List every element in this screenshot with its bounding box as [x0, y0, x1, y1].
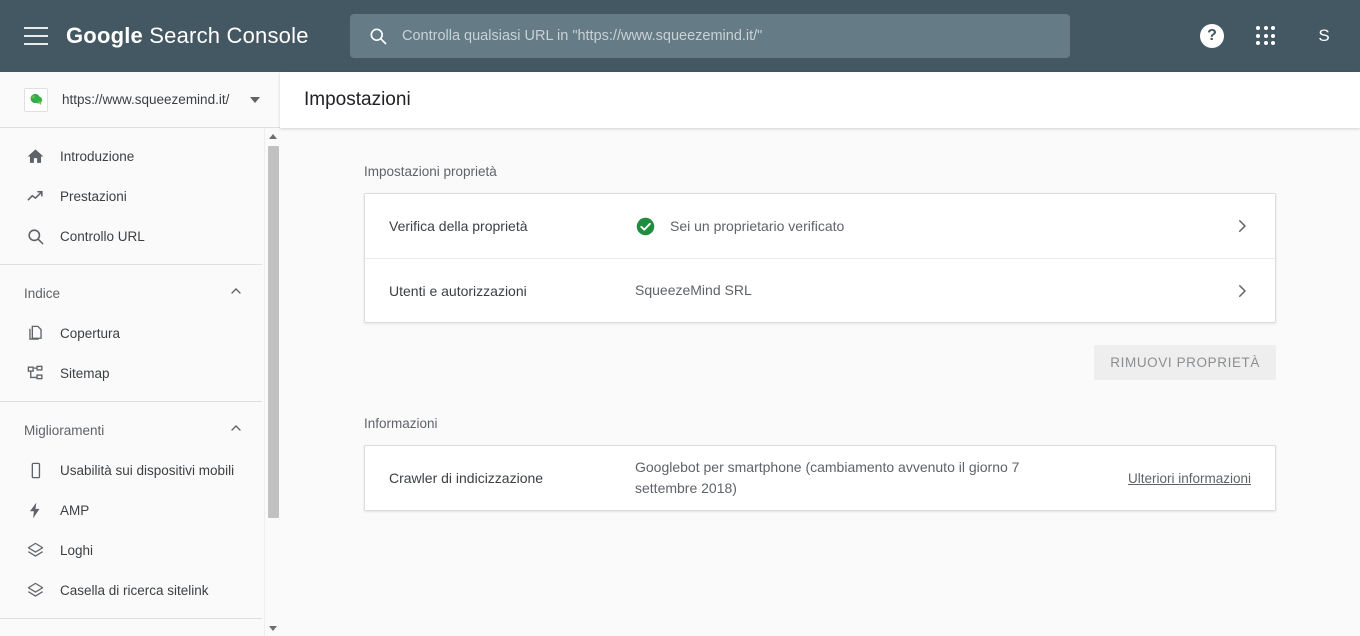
information-card: Crawler di indicizzazione Googlebot per … [364, 445, 1276, 511]
app-brand: Google Search Console [66, 23, 309, 49]
help-icon[interactable]: ? [1200, 24, 1224, 48]
avatar[interactable]: S [1308, 20, 1340, 52]
row-value: Sei un proprietario verificato [670, 217, 845, 234]
sidebar-item-loghi[interactable]: Loghi [0, 530, 262, 570]
sidebar-item-usabilita-mobile[interactable]: Usabilità sui dispositivi mobili [0, 450, 262, 490]
property-selector[interactable]: https://www.squeezemind.it/ [0, 72, 280, 128]
sidebar-section-label: Indice [24, 285, 61, 301]
scroll-up-arrow-icon[interactable] [265, 128, 280, 144]
scroll-down-arrow-icon[interactable] [265, 620, 280, 636]
brand-google: Google [66, 23, 143, 48]
row-value: SqueezeMind SRL [635, 282, 752, 298]
lightning-bolt-icon [24, 501, 46, 520]
url-inspection-search-bar[interactable] [350, 14, 1070, 58]
search-input[interactable] [402, 28, 1042, 44]
sidebar-section-miglioramenti[interactable]: Miglioramenti [0, 410, 262, 450]
brand-product: Search Console [149, 23, 309, 48]
chevron-right-icon[interactable] [1233, 282, 1251, 300]
hamburger-menu-icon[interactable] [24, 27, 48, 45]
sidebar-item-amp[interactable]: AMP [0, 490, 262, 530]
sidebar-item-label: Sitemap [60, 365, 110, 381]
sidebar-nav-scroll-area: Introduzione Prestazioni Controllo URL I… [0, 128, 280, 636]
row-utenti-autorizzazioni[interactable]: Utenti e autorizzazioni SqueezeMind SRL [365, 258, 1275, 322]
sidebar-item-label: Controllo URL [60, 228, 145, 244]
sidebar-item-label: Loghi [60, 542, 94, 558]
header-actions: ? S [1200, 0, 1340, 72]
row-label: Verifica della proprietà [389, 218, 528, 234]
sidebar-item-copertura[interactable]: Copertura [0, 313, 262, 353]
verified-check-icon [635, 216, 656, 237]
sidebar-section-indice[interactable]: Indice [0, 273, 262, 313]
row-value-wrap: SqueezeMind SRL [635, 280, 1233, 301]
search-icon [24, 227, 46, 246]
property-settings-card: Verifica della proprietà Sei un propriet… [364, 193, 1276, 323]
page-header: Impostazioni [280, 72, 1360, 128]
sidebar-nav: Introduzione Prestazioni Controllo URL I… [0, 128, 262, 619]
sidebar-section-label: Miglioramenti [24, 422, 105, 438]
property-url: https://www.squeezemind.it/ [62, 92, 230, 107]
sidebar-scrollbar[interactable] [264, 128, 280, 636]
settings-content: Impostazioni proprietà Verifica della pr… [280, 128, 1360, 511]
home-icon [24, 147, 46, 166]
chevron-down-icon[interactable] [250, 96, 260, 103]
row-label: Crawler di indicizzazione [389, 470, 544, 486]
layers-icon [24, 581, 46, 600]
learn-more-link[interactable]: Ulteriori informazioni [1128, 471, 1251, 486]
layers-icon [24, 541, 46, 560]
section-label-property-settings: Impostazioni proprietà [364, 164, 497, 179]
sidebar-divider [0, 264, 262, 265]
sidebar-divider [0, 401, 262, 402]
row-label: Utenti e autorizzazioni [389, 282, 527, 299]
row-crawler-indicizzazione[interactable]: Crawler di indicizzazione Googlebot per … [365, 446, 1275, 510]
sidebar-item-label: Casella di ricerca sitelink [60, 582, 209, 598]
site-favicon [24, 87, 48, 112]
sidebar-item-label: AMP [60, 502, 90, 518]
chevron-right-icon[interactable] [1233, 217, 1251, 235]
row-value: Googlebot per smartphone (cambiamento av… [635, 459, 1020, 496]
sidebar-scrollbar-thumb[interactable] [268, 146, 279, 518]
page-title: Impostazioni [304, 89, 411, 110]
row-value-wrap: Googlebot per smartphone (cambiamento av… [635, 457, 1110, 499]
remove-property-row: RIMUOVI PROPRIETÀ [364, 323, 1276, 380]
account-tree-icon [24, 364, 46, 383]
pages-copy-icon [24, 324, 46, 343]
app-header: Google Search Console ? S [0, 0, 1360, 72]
trending-up-icon [24, 187, 46, 206]
sidebar-item-introduzione[interactable]: Introduzione [0, 136, 262, 176]
sidebar-item-label: Usabilità sui dispositivi mobili [60, 462, 235, 478]
row-verifica-proprieta[interactable]: Verifica della proprietà Sei un propriet… [365, 194, 1275, 258]
mobile-device-icon [24, 461, 46, 480]
row-value-wrap: Sei un proprietario verificato [635, 216, 1233, 237]
chevron-up-icon[interactable] [228, 420, 244, 441]
sidebar-divider [0, 618, 262, 619]
sidebar-item-controllo-url[interactable]: Controllo URL [0, 216, 262, 256]
apps-grid-icon[interactable] [1256, 26, 1276, 46]
chevron-up-icon[interactable] [228, 283, 244, 304]
main-content: Impostazioni Impostazioni proprietà Veri… [280, 72, 1360, 636]
search-icon [368, 26, 388, 46]
remove-property-button[interactable]: RIMUOVI PROPRIETÀ [1094, 345, 1276, 380]
sidebar-item-sitemap[interactable]: Sitemap [0, 353, 262, 393]
sidebar-item-label: Introduzione [60, 148, 135, 164]
section-label-informazioni: Informazioni [364, 416, 438, 431]
sidebar-item-casella-ricerca-sitelink[interactable]: Casella di ricerca sitelink [0, 570, 262, 610]
sidebar-item-label: Prestazioni [60, 188, 127, 204]
sidebar-item-label: Copertura [60, 325, 121, 341]
sidebar: https://www.squeezemind.it/ Introduzione [0, 72, 280, 636]
sidebar-item-prestazioni[interactable]: Prestazioni [0, 176, 262, 216]
